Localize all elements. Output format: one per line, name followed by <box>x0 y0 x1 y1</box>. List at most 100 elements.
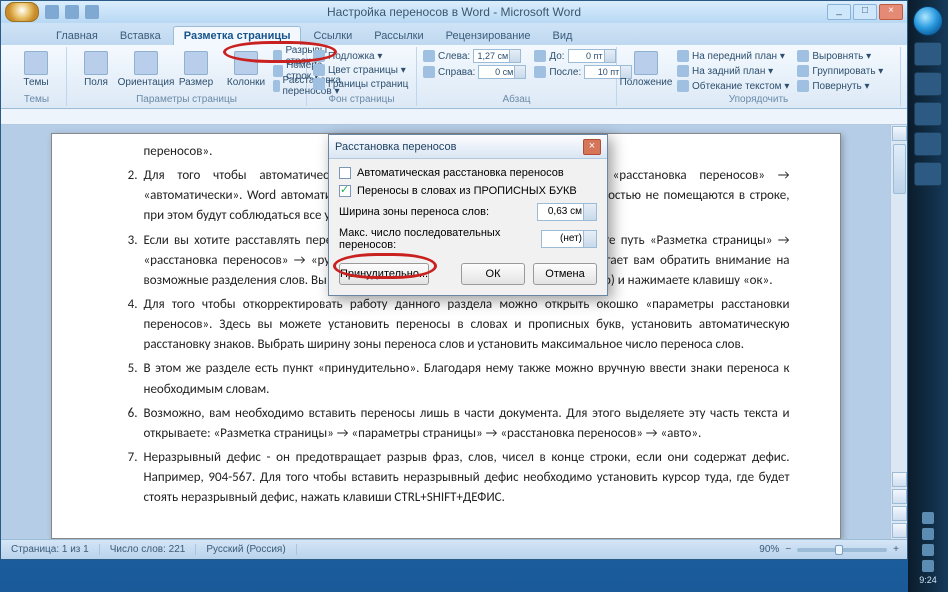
indent-right-label: Справа: <box>438 67 475 78</box>
group-btn-label: Группировать ▾ <box>812 66 883 77</box>
browse-object-button[interactable] <box>892 506 907 521</box>
page-color-label: Цвет страницы ▾ <box>328 65 406 76</box>
group-button[interactable]: Группировать ▾ <box>797 64 883 78</box>
office-button[interactable] <box>5 2 39 22</box>
margins-icon <box>84 51 108 75</box>
page-color-button[interactable]: Цвет страницы ▾ <box>313 63 410 77</box>
force-hyphenation-button[interactable]: Принудительно... <box>339 263 429 285</box>
indent-right-row: Справа:0 см <box>423 65 526 79</box>
zoom-out-button[interactable]: − <box>785 544 791 555</box>
tray-icon[interactable] <box>922 528 934 540</box>
taskbar-item[interactable] <box>914 162 942 186</box>
tab-home[interactable]: Главная <box>46 27 108 45</box>
max-consecutive-field[interactable]: (нет) <box>541 230 597 248</box>
dialog-title-bar[interactable]: Расстановка переносов × <box>329 135 607 159</box>
hyph-zone-label: Ширина зоны переноса слов: <box>339 206 489 218</box>
send-back-button[interactable]: На задний план ▾ <box>677 64 789 78</box>
status-bar: Страница: 1 из 1 Число слов: 221 Русский… <box>1 539 907 559</box>
title-bar: Настройка переносов в Word - Microsoft W… <box>1 1 907 23</box>
group-icon <box>797 65 809 77</box>
tray-icon[interactable] <box>922 560 934 572</box>
save-icon[interactable] <box>45 5 59 19</box>
group-arrange: Упорядочить <box>617 94 900 105</box>
close-button[interactable]: × <box>879 4 903 20</box>
prev-page-button[interactable] <box>892 489 907 504</box>
hyph-zone-field[interactable]: 0,63 см <box>537 203 597 221</box>
ok-button[interactable]: ОК <box>461 263 525 285</box>
spacing-after-label: После: <box>549 67 581 78</box>
align-icon <box>797 50 809 62</box>
list-item: Возможно, вам необходимо вставить перено… <box>116 404 790 444</box>
caps-hyphenation-checkbox[interactable] <box>339 185 351 197</box>
cancel-button[interactable]: Отмена <box>533 263 597 285</box>
auto-hyphenation-row[interactable]: Автоматическая расстановка переносов <box>339 167 597 179</box>
indent-left-field[interactable]: 1,27 см <box>473 49 521 63</box>
watermark-button[interactable]: Подложка ▾ <box>313 49 410 63</box>
tray-icon[interactable] <box>922 512 934 524</box>
align-label: Выровнять ▾ <box>812 51 871 62</box>
next-page-button[interactable] <box>892 523 907 538</box>
auto-hyphenation-label: Автоматическая расстановка переносов <box>357 167 564 179</box>
rotate-button[interactable]: Повернуть ▾ <box>797 79 883 93</box>
orientation-icon <box>134 51 158 75</box>
tab-insert[interactable]: Вставка <box>110 27 171 45</box>
text-wrap-label: Обтекание текстом ▾ <box>692 81 789 92</box>
tray-icon[interactable] <box>922 544 934 556</box>
indent-left-icon <box>423 50 435 62</box>
status-page[interactable]: Страница: 1 из 1 <box>1 544 100 555</box>
auto-hyphenation-checkbox[interactable] <box>339 167 351 179</box>
taskbar-clock[interactable]: 9:24 <box>919 576 937 586</box>
taskbar-item[interactable] <box>914 102 942 126</box>
align-button[interactable]: Выровнять ▾ <box>797 49 883 63</box>
position-icon <box>634 51 658 75</box>
taskbar-item[interactable] <box>914 72 942 96</box>
hyphenation-dialog: Расстановка переносов × Автоматическая р… <box>328 134 608 296</box>
tab-view[interactable]: Вид <box>543 27 583 45</box>
ribbon-tabs: Главная Вставка Разметка страницы Ссылки… <box>1 23 907 45</box>
system-tray: 9:24 <box>919 512 937 592</box>
status-language[interactable]: Русский (Россия) <box>196 544 296 555</box>
zoom-in-button[interactable]: + <box>893 544 899 555</box>
columns-icon <box>234 51 258 75</box>
tab-references[interactable]: Ссылки <box>303 27 362 45</box>
bring-front-button[interactable]: На передний план ▾ <box>677 49 789 63</box>
breaks-icon <box>273 50 282 62</box>
scroll-up-button[interactable] <box>892 126 907 141</box>
scroll-down-button[interactable] <box>892 472 907 487</box>
group-themes: Темы <box>7 94 66 105</box>
size-label: Размер <box>179 77 213 88</box>
redo-icon[interactable] <box>85 5 99 19</box>
list-item: Для того чтобы откорректировать работу д… <box>116 295 790 355</box>
zoom-controls: 90% − + <box>759 544 907 555</box>
themes-button[interactable]: Темы <box>13 49 59 88</box>
max-consecutive-label: Макс. число последовательных переносов: <box>339 227 541 251</box>
minimize-button[interactable]: _ <box>827 4 851 20</box>
taskbar-item[interactable] <box>914 42 942 66</box>
page-borders-icon <box>313 78 325 90</box>
tab-mailings[interactable]: Рассылки <box>364 27 433 45</box>
page-borders-label: Границы страниц <box>328 79 408 90</box>
tab-review[interactable]: Рецензирование <box>436 27 541 45</box>
caps-hyphenation-row[interactable]: Переносы в словах из ПРОПИСНЫХ БУКВ <box>339 185 597 197</box>
maximize-button[interactable]: □ <box>853 4 877 20</box>
page-borders-button[interactable]: Границы страниц <box>313 77 410 91</box>
group-page-background: Фон страницы <box>307 94 416 105</box>
zoom-slider[interactable] <box>797 548 887 552</box>
vertical-scrollbar[interactable] <box>890 125 907 539</box>
zoom-slider-thumb[interactable] <box>835 545 843 555</box>
spacing-before-field[interactable]: 0 пт <box>568 49 616 63</box>
hyphenation-icon <box>273 80 280 92</box>
status-word-count[interactable]: Число слов: 221 <box>100 544 197 555</box>
start-button[interactable] <box>913 6 943 36</box>
text-wrap-button[interactable]: Обтекание текстом ▾ <box>677 79 789 93</box>
position-button[interactable]: Положение <box>623 49 669 93</box>
tab-page-layout[interactable]: Разметка страницы <box>173 26 302 45</box>
undo-icon[interactable] <box>65 5 79 19</box>
taskbar-item[interactable] <box>914 132 942 156</box>
dialog-close-button[interactable]: × <box>583 139 601 155</box>
horizontal-ruler[interactable] <box>1 109 907 125</box>
scroll-thumb[interactable] <box>893 144 906 194</box>
size-icon <box>184 51 208 75</box>
indent-right-field[interactable]: 0 см <box>478 65 526 79</box>
zoom-value[interactable]: 90% <box>759 544 779 555</box>
